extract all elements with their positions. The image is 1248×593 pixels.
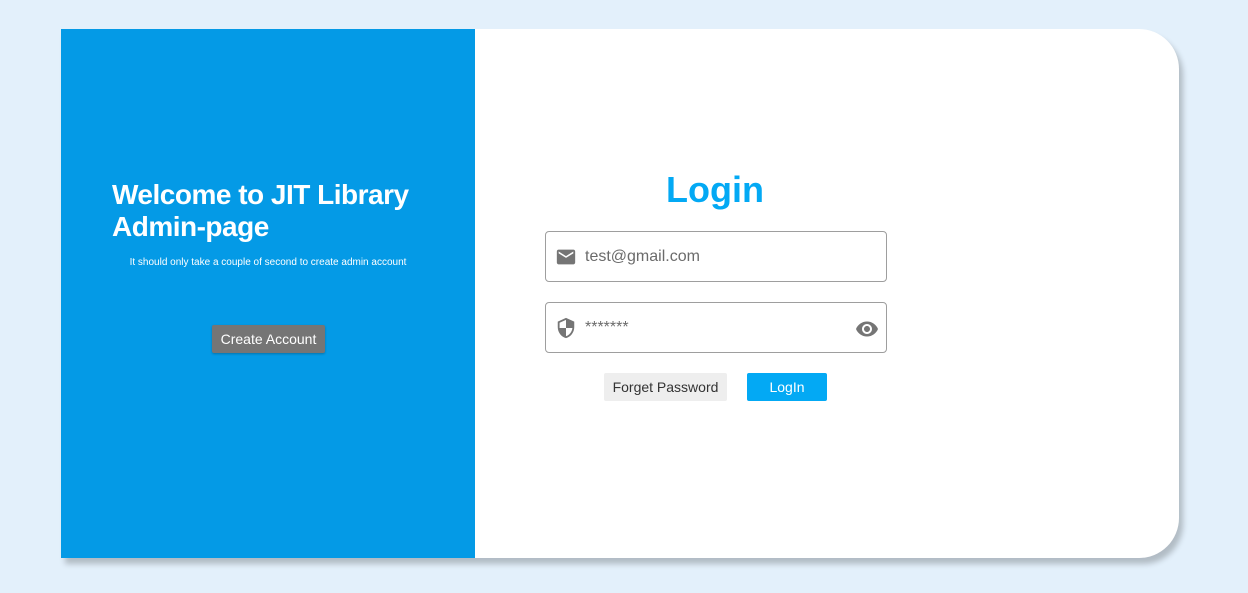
login-title: Login: [666, 169, 764, 210]
password-field[interactable]: [545, 302, 887, 353]
welcome-title: Welcome to JIT Library Admin-page: [112, 179, 409, 242]
login-card: Welcome to JIT Library Admin-page It sho…: [61, 29, 1179, 558]
shield-icon: [557, 317, 575, 339]
password-input[interactable]: [585, 303, 845, 352]
eye-icon[interactable]: [855, 317, 879, 341]
welcome-subtitle: It should only take a couple of second t…: [129, 257, 407, 268]
create-account-button[interactable]: Create Account: [212, 325, 325, 353]
forget-password-button[interactable]: Forget Password: [604, 373, 727, 401]
login-button[interactable]: LogIn: [747, 373, 827, 401]
welcome-panel: Welcome to JIT Library Admin-page It sho…: [61, 29, 475, 558]
mail-icon: [556, 249, 576, 265]
email-input[interactable]: [585, 232, 845, 281]
email-field[interactable]: [545, 231, 887, 282]
